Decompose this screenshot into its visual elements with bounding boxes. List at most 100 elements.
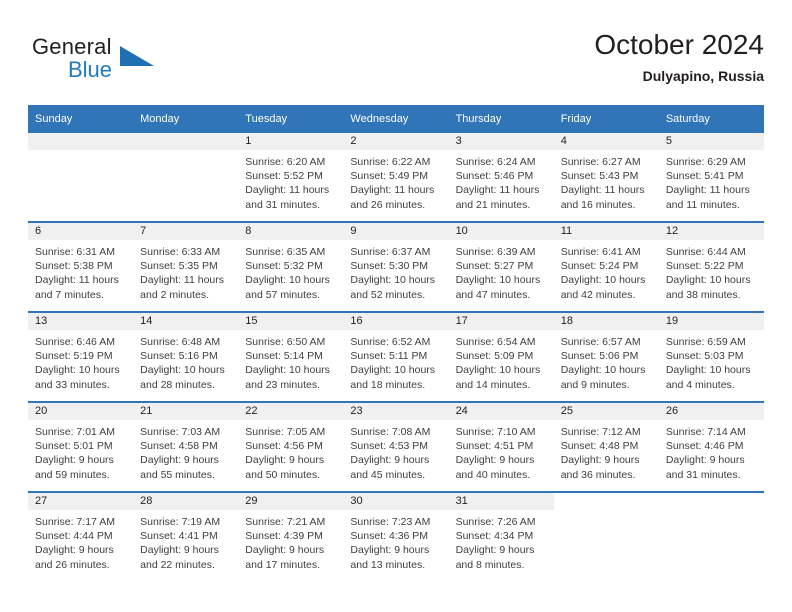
daylight-text: and 18 minutes. xyxy=(350,378,426,391)
day-cell[interactable]: 9 Sunrise: 6:37 AM Sunset: 5:30 PM Daylight… xyxy=(343,221,449,312)
week-row: 20 Sunrise: 7:01 AM Sunset: 5:01 PM Dayligh… xyxy=(28,401,764,492)
sunrise-text: Sunrise: 7:10 AM xyxy=(455,426,536,438)
day-details: Sunrise: 6:35 AM Sunset: 5:32 PM Daylight:… xyxy=(238,240,343,302)
day-cell[interactable]: 14 Sunrise: 6:48 AM Sunset: 5:16 PM Dayligh… xyxy=(133,311,239,402)
day-cell[interactable]: 2 Sunrise: 6:22 AM Sunset: 5:49 PM Daylight… xyxy=(343,133,449,222)
sunrise-text: Sunrise: 7:26 AM xyxy=(455,516,536,528)
general-blue-logo[interactable]: General Blue xyxy=(32,34,162,90)
calendar-body: 1 Sunrise: 6:20 AM Sunset: 5:52 PM Daylight… xyxy=(28,133,764,581)
day-details xyxy=(554,510,659,515)
daylight-text: and 38 minutes. xyxy=(665,288,741,301)
day-cell[interactable]: 19 Sunrise: 6:59 AM Sunset: 5:03 PM Dayligh… xyxy=(658,311,764,402)
day-cell[interactable]: 31 Sunrise: 7:26 AM Sunset: 4:34 PM Dayligh… xyxy=(448,491,554,581)
day-number: 2 xyxy=(343,133,449,150)
daylight-text: and 22 minutes. xyxy=(140,558,215,571)
daylight-text: Daylight: 9 hours xyxy=(140,544,219,557)
day-details: Sunrise: 6:48 AM Sunset: 5:16 PM Daylight:… xyxy=(133,330,238,392)
day-number: 24 xyxy=(448,403,554,420)
day-cell[interactable]: 17 Sunrise: 6:54 AM Sunset: 5:09 PM Dayligh… xyxy=(448,311,554,402)
daylight-text: Daylight: 9 hours xyxy=(560,454,640,467)
day-details xyxy=(133,150,238,155)
daylight-text: Daylight: 10 hours xyxy=(350,364,436,377)
day-cell[interactable]: 5 Sunrise: 6:29 AM Sunset: 5:41 PM Daylight… xyxy=(658,133,764,222)
sunset-text: Sunset: 4:56 PM xyxy=(245,440,323,453)
daylight-text: Daylight: 10 hours xyxy=(245,274,330,287)
sunset-text: Sunset: 5:11 PM xyxy=(350,350,428,363)
daylight-text: Daylight: 11 hours xyxy=(455,184,540,197)
day-cell[interactable]: 16 Sunrise: 6:52 AM Sunset: 5:11 PM Dayligh… xyxy=(343,311,449,402)
day-details: Sunrise: 7:19 AM Sunset: 4:41 PM Daylight:… xyxy=(133,510,238,572)
day-cell[interactable]: 23 Sunrise: 7:08 AM Sunset: 4:53 PM Dayligh… xyxy=(343,401,449,492)
day-cell[interactable]: 4 Sunrise: 6:27 AM Sunset: 5:43 PM Daylight… xyxy=(553,133,659,222)
day-cell[interactable]: 10 Sunrise: 6:39 AM Sunset: 5:27 PM Dayligh… xyxy=(448,221,554,312)
day-details: Sunrise: 6:57 AM Sunset: 5:06 PM Daylight:… xyxy=(554,330,659,392)
day-cell[interactable]: 20 Sunrise: 7:01 AM Sunset: 5:01 PM Dayligh… xyxy=(28,401,134,492)
day-number: 14 xyxy=(133,313,239,330)
sunset-text: Sunset: 5:41 PM xyxy=(665,170,744,183)
day-cell[interactable]: 26 Sunrise: 7:14 AM Sunset: 4:46 PM Dayligh… xyxy=(658,401,764,492)
daylight-text: and 52 minutes. xyxy=(350,288,426,301)
day-details: Sunrise: 6:54 AM Sunset: 5:09 PM Daylight:… xyxy=(449,330,554,392)
sunset-text: Sunset: 4:36 PM xyxy=(350,530,429,543)
daylight-text: and 4 minutes. xyxy=(665,378,735,391)
day-cell[interactable]: 6 Sunrise: 6:31 AM Sunset: 5:38 PM Daylight… xyxy=(28,221,134,312)
sunset-text: Sunset: 5:24 PM xyxy=(560,260,639,273)
daylight-text: and 9 minutes. xyxy=(560,378,630,391)
day-cell[interactable]: 18 Sunrise: 6:57 AM Sunset: 5:06 PM Dayligh… xyxy=(553,311,659,402)
day-cell[interactable]: 1 Sunrise: 6:20 AM Sunset: 5:52 PM Daylight… xyxy=(238,133,344,222)
day-details: Sunrise: 7:17 AM Sunset: 4:44 PM Daylight:… xyxy=(28,510,133,572)
daylight-text: Daylight: 9 hours xyxy=(455,544,535,557)
day-number: 16 xyxy=(343,313,449,330)
day-details: Sunrise: 6:31 AM Sunset: 5:38 PM Daylight:… xyxy=(28,240,133,302)
day-number: 28 xyxy=(133,493,239,510)
day-details: Sunrise: 7:10 AM Sunset: 4:51 PM Daylight:… xyxy=(449,420,554,482)
day-cell[interactable]: 8 Sunrise: 6:35 AM Sunset: 5:32 PM Daylight… xyxy=(238,221,344,312)
day-cell[interactable]: 25 Sunrise: 7:12 AM Sunset: 4:48 PM Dayligh… xyxy=(553,401,659,492)
sunrise-text: Sunrise: 7:01 AM xyxy=(35,426,115,438)
day-cell[interactable]: 21 Sunrise: 7:03 AM Sunset: 4:58 PM Dayligh… xyxy=(133,401,239,492)
day-cell[interactable]: 12 Sunrise: 6:44 AM Sunset: 5:22 PM Dayligh… xyxy=(658,221,764,312)
daylight-text: Daylight: 10 hours xyxy=(350,274,436,287)
daylight-text: and 11 minutes. xyxy=(665,198,740,211)
day-number: 10 xyxy=(448,223,554,240)
day-cell[interactable]: 13 Sunrise: 6:46 AM Sunset: 5:19 PM Dayligh… xyxy=(28,311,134,402)
day-cell[interactable]: 27 Sunrise: 7:17 AM Sunset: 4:44 PM Dayligh… xyxy=(28,491,134,581)
daylight-text: and 59 minutes. xyxy=(35,468,110,481)
sunrise-text: Sunrise: 7:03 AM xyxy=(140,426,221,438)
day-number: 20 xyxy=(28,403,134,420)
day-cell[interactable]: 24 Sunrise: 7:10 AM Sunset: 4:51 PM Dayligh… xyxy=(448,401,554,492)
sunrise-text: Sunrise: 6:46 AM xyxy=(35,336,115,348)
daylight-text: Daylight: 11 hours xyxy=(665,184,750,197)
daylight-text: and 45 minutes. xyxy=(350,468,426,481)
day-cell[interactable]: 11 Sunrise: 6:41 AM Sunset: 5:24 PM Dayligh… xyxy=(553,221,659,312)
weekday-header-friday: Friday xyxy=(553,105,659,133)
daylight-text: Daylight: 10 hours xyxy=(665,364,751,377)
daylight-text: and 14 minutes. xyxy=(455,378,531,391)
day-number: 30 xyxy=(343,493,449,510)
sunrise-text: Sunrise: 6:37 AM xyxy=(350,246,431,258)
sunrise-text: Sunrise: 6:54 AM xyxy=(455,336,536,348)
day-cell[interactable]: 15 Sunrise: 6:50 AM Sunset: 5:14 PM Dayligh… xyxy=(238,311,344,402)
day-cell[interactable]: 3 Sunrise: 6:24 AM Sunset: 5:46 PM Daylight… xyxy=(448,133,554,222)
daylight-text: and 42 minutes. xyxy=(560,288,636,301)
day-details: Sunrise: 6:20 AM Sunset: 5:52 PM Daylight:… xyxy=(238,150,343,212)
day-number: 8 xyxy=(238,223,344,240)
day-cell[interactable]: 22 Sunrise: 7:05 AM Sunset: 4:56 PM Dayligh… xyxy=(238,401,344,492)
day-details: Sunrise: 7:26 AM Sunset: 4:34 PM Daylight:… xyxy=(449,510,554,572)
day-number: 29 xyxy=(238,493,344,510)
page-header: General Blue October 2024 Dulyapino, Rus… xyxy=(28,28,764,90)
daylight-text: Daylight: 10 hours xyxy=(35,364,120,377)
day-cell[interactable]: 29 Sunrise: 7:21 AM Sunset: 4:39 PM Dayligh… xyxy=(238,491,344,581)
sunrise-text: Sunrise: 6:44 AM xyxy=(665,246,746,258)
day-number: 19 xyxy=(658,313,764,330)
day-cell[interactable]: 30 Sunrise: 7:23 AM Sunset: 4:36 PM Dayligh… xyxy=(343,491,449,581)
daylight-text: and 21 minutes. xyxy=(455,198,531,211)
day-cell[interactable]: 28 Sunrise: 7:19 AM Sunset: 4:41 PM Dayligh… xyxy=(133,491,239,581)
sunset-text: Sunset: 5:35 PM xyxy=(140,260,218,273)
daylight-text: Daylight: 9 hours xyxy=(350,454,430,467)
day-details: Sunrise: 7:12 AM Sunset: 4:48 PM Daylight:… xyxy=(554,420,659,482)
daylight-text: and 28 minutes. xyxy=(140,378,215,391)
day-number: 25 xyxy=(553,403,659,420)
calendar-page: General Blue October 2024 Dulyapino, Rus… xyxy=(0,0,792,612)
day-cell[interactable]: 7 Sunrise: 6:33 AM Sunset: 5:35 PM Daylight… xyxy=(133,221,239,312)
